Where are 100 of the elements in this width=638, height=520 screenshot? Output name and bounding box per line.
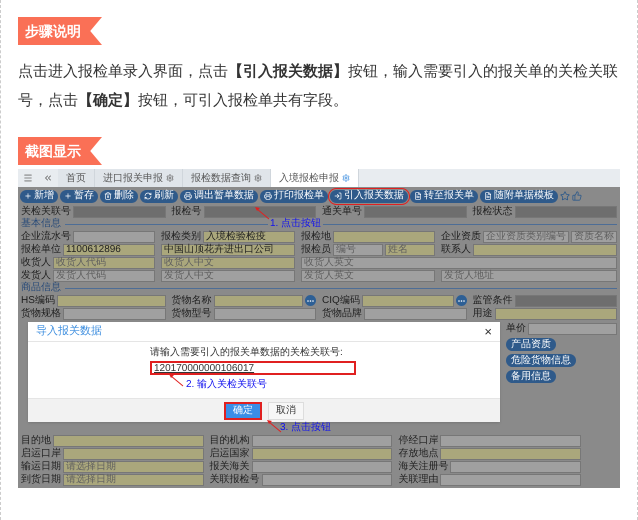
side-button[interactable]: 产品资质 [506, 338, 556, 351]
input-field[interactable] [364, 206, 466, 218]
input-field[interactable] [440, 474, 581, 486]
field-label: 存放地点 [398, 448, 438, 460]
field-label: 报检状态 [472, 206, 512, 218]
button-icon [104, 192, 112, 200]
field-label: 启运国家 [210, 448, 250, 460]
input-field[interactable] [528, 322, 617, 334]
button-icon [144, 192, 152, 200]
section-tag: 截图显示 [18, 137, 102, 165]
button-icon [484, 192, 492, 200]
toolbar-button[interactable]: 删除 [100, 190, 138, 202]
tab[interactable]: 首页 [58, 169, 95, 187]
side-button[interactable]: 备用信息 [506, 370, 556, 383]
input-field[interactable] [514, 294, 617, 306]
field-label: 目的地 [21, 434, 51, 446]
cancel-button[interactable]: 取消 [268, 402, 304, 420]
annotation-arrow [266, 419, 282, 433]
button-icon [24, 192, 32, 200]
field-label: 货物规格 [21, 308, 61, 320]
input-field[interactable] [494, 308, 617, 320]
field-label: 报检号 [172, 206, 202, 218]
toolbar-button[interactable]: 刷新 [140, 190, 178, 202]
button-icon [64, 192, 72, 200]
dialog-title: 导入报关数据 [36, 324, 102, 340]
field-label: 通关单号 [322, 206, 362, 218]
input-field[interactable] [364, 308, 466, 320]
field-label: 发货人 [21, 270, 51, 282]
field-label: 关联报检号 [210, 474, 260, 486]
input-field[interactable] [440, 434, 581, 446]
annotation-text: 2. 输入关检关联号 [186, 380, 268, 390]
menu-icon[interactable] [23, 173, 33, 183]
input-field[interactable]: 120170000000106017 [150, 361, 356, 375]
toolbar-button[interactable]: 暂存 [60, 190, 98, 202]
lookup-button[interactable] [456, 295, 466, 306]
toolbar-button[interactable]: 新增 [20, 190, 58, 202]
input-field[interactable] [362, 294, 454, 306]
input-field[interactable] [252, 448, 392, 460]
settings-icon[interactable] [166, 174, 174, 182]
input-field[interactable] [204, 206, 316, 218]
star-icon[interactable] [560, 191, 570, 201]
field-label: 联系人 [441, 244, 471, 256]
input-field[interactable] [63, 308, 166, 320]
thumbs-up-icon[interactable] [572, 191, 582, 201]
input-field[interactable] [73, 206, 166, 218]
field-label: 报检单位 [21, 244, 61, 256]
description-text: 点击进入报检单录入界面，点击【引入报关数据】按钮，输入需要引入的报关单的关检关联号，点击【确定】按钮，可引入报检单共有字段。 [18, 62, 619, 111]
section-title: 商品信息 [21, 283, 61, 293]
input-field[interactable] [473, 244, 617, 256]
toolbar-button[interactable]: 转至报关单 [410, 190, 478, 202]
field-label: 收货人 [21, 256, 51, 268]
field-label: 报检类别 [161, 230, 201, 242]
input-field[interactable] [252, 460, 392, 472]
input-field[interactable]: 入境检验检疫 [203, 230, 295, 242]
toolbar-button[interactable]: 打印报检单 [260, 190, 328, 202]
lookup-button[interactable] [305, 295, 316, 306]
input-field[interactable] [56, 294, 166, 306]
field-label: 监管条件 [472, 294, 512, 306]
section-tag: 步骤说明 [18, 17, 102, 45]
tab[interactable]: 报检数据查询 [183, 169, 271, 187]
input-field[interactable] [252, 434, 392, 446]
input-field[interactable]: 1100612896 [63, 244, 155, 256]
field-label: 单价 [506, 322, 526, 334]
toolbar-button[interactable]: 调出暂单数据 [180, 190, 258, 202]
field-label: 报检员 [301, 244, 331, 256]
field-label: 到货日期 [21, 474, 61, 486]
button-icon [414, 192, 422, 200]
input-field[interactable] [63, 448, 204, 460]
side-button[interactable]: 危险货物信息 [506, 354, 576, 367]
field-label: 启运口岸 [21, 448, 61, 460]
input-field[interactable] [450, 460, 581, 472]
toolbar-button[interactable]: 引入报关数据 [330, 190, 408, 202]
button-icon [264, 192, 272, 200]
settings-icon[interactable] [342, 174, 350, 182]
input-field[interactable]: 中国山顶花卉进出口公司 [161, 244, 295, 256]
tab[interactable]: 入境报检申报 [271, 169, 359, 187]
prompt-text: 请输入需要引入的报关单数据的关检关联号: [150, 347, 343, 359]
confirm-button[interactable]: 确定 [224, 402, 262, 420]
input-field[interactable] [440, 448, 581, 460]
field-label: CIQ编码 [322, 294, 360, 306]
chevrons-left-icon[interactable] [43, 173, 53, 183]
annotation-arrow [254, 206, 270, 220]
input-field[interactable] [214, 294, 303, 306]
input-field[interactable] [53, 434, 204, 446]
tab[interactable]: 进口报关申报 [95, 169, 183, 187]
field-label: 货物名称 [172, 294, 212, 306]
settings-icon[interactable] [254, 174, 262, 182]
field-label: 报关海关 [210, 460, 250, 472]
input-field[interactable] [262, 474, 392, 486]
field-label: 停经口岸 [398, 434, 438, 446]
field-label: HS编码 [21, 294, 55, 306]
field-label: 货物品牌 [322, 308, 362, 320]
close-button[interactable]: × [484, 325, 492, 338]
section-title: 基本信息 [21, 219, 61, 229]
toolbar-button[interactable]: 随附单据模板 [480, 190, 558, 202]
input-field[interactable] [214, 308, 316, 320]
input-field[interactable] [333, 230, 435, 242]
input-field[interactable] [73, 230, 155, 242]
input-field[interactable] [514, 206, 617, 218]
annotation-text: 1. 点击按钮 [268, 219, 324, 229]
